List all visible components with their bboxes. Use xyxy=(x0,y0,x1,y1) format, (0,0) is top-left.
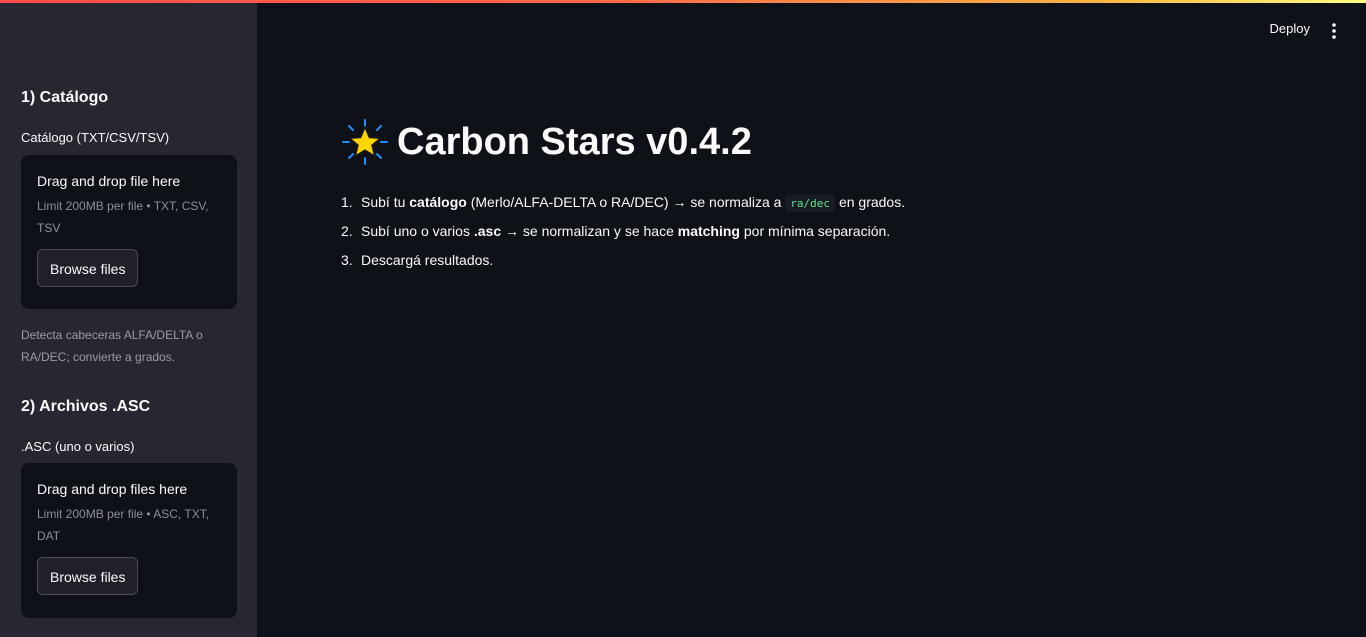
sidebar: 1) Catálogo Catálogo (TXT/CSV/TSV) Drag … xyxy=(0,0,257,637)
main-content: Deploy Carbon Stars v0.4.2 1. Subí tu ca… xyxy=(257,0,1366,637)
inline-code-ra-dec: ra/dec xyxy=(785,195,836,212)
page-title: Carbon Stars v0.4.2 xyxy=(341,118,752,166)
catalog-dropzone-limit: Limit 200MB per file • TXT, CSV, TSV xyxy=(37,199,209,235)
page-title-text: Carbon Stars v0.4.2 xyxy=(397,120,752,163)
glowing-star-icon xyxy=(341,118,389,166)
asc-section-title: 2) Archivos .ASC xyxy=(21,398,151,415)
catalog-dropzone-title: Drag and drop file here xyxy=(37,173,181,189)
instruction-step-3: 3. Descargá resultados. xyxy=(341,252,494,268)
deploy-button[interactable]: Deploy xyxy=(1270,21,1310,36)
more-menu-icon[interactable] xyxy=(1326,22,1342,40)
asc-file-dropzone[interactable]: Drag and drop files here Limit 200MB per… xyxy=(21,463,237,618)
instruction-list: 1. Subí tu catálogo (Merlo/ALFA-DELTA o R… xyxy=(341,190,905,277)
app-header: Deploy xyxy=(1066,0,1366,60)
catalog-file-dropzone[interactable]: Drag and drop file here Limit 200MB per … xyxy=(21,155,237,309)
catalog-help-caption: Detecta cabeceras ALFA/DELTA o RA/DEC; c… xyxy=(21,328,203,364)
instruction-step-1: 1. Subí tu catálogo (Merlo/ALFA-DELTA o R… xyxy=(341,194,906,212)
catalog-uploader-label: Catálogo (TXT/CSV/TSV) xyxy=(21,130,170,145)
asc-dropzone-title: Drag and drop files here xyxy=(37,481,188,497)
asc-dropzone-limit: Limit 200MB per file • ASC, TXT, DAT xyxy=(37,507,210,543)
asc-browse-files-button[interactable]: Browse files xyxy=(37,557,139,595)
asc-uploader-label: .ASC (uno o varios) xyxy=(21,439,135,454)
catalog-section-title: 1) Catálogo xyxy=(21,89,109,106)
app-top-accent-bar xyxy=(0,0,1366,3)
instruction-step-2: 2. Subí uno o varios .asc → se normalizan… xyxy=(341,223,891,239)
catalog-browse-files-button[interactable]: Browse files xyxy=(37,249,139,287)
